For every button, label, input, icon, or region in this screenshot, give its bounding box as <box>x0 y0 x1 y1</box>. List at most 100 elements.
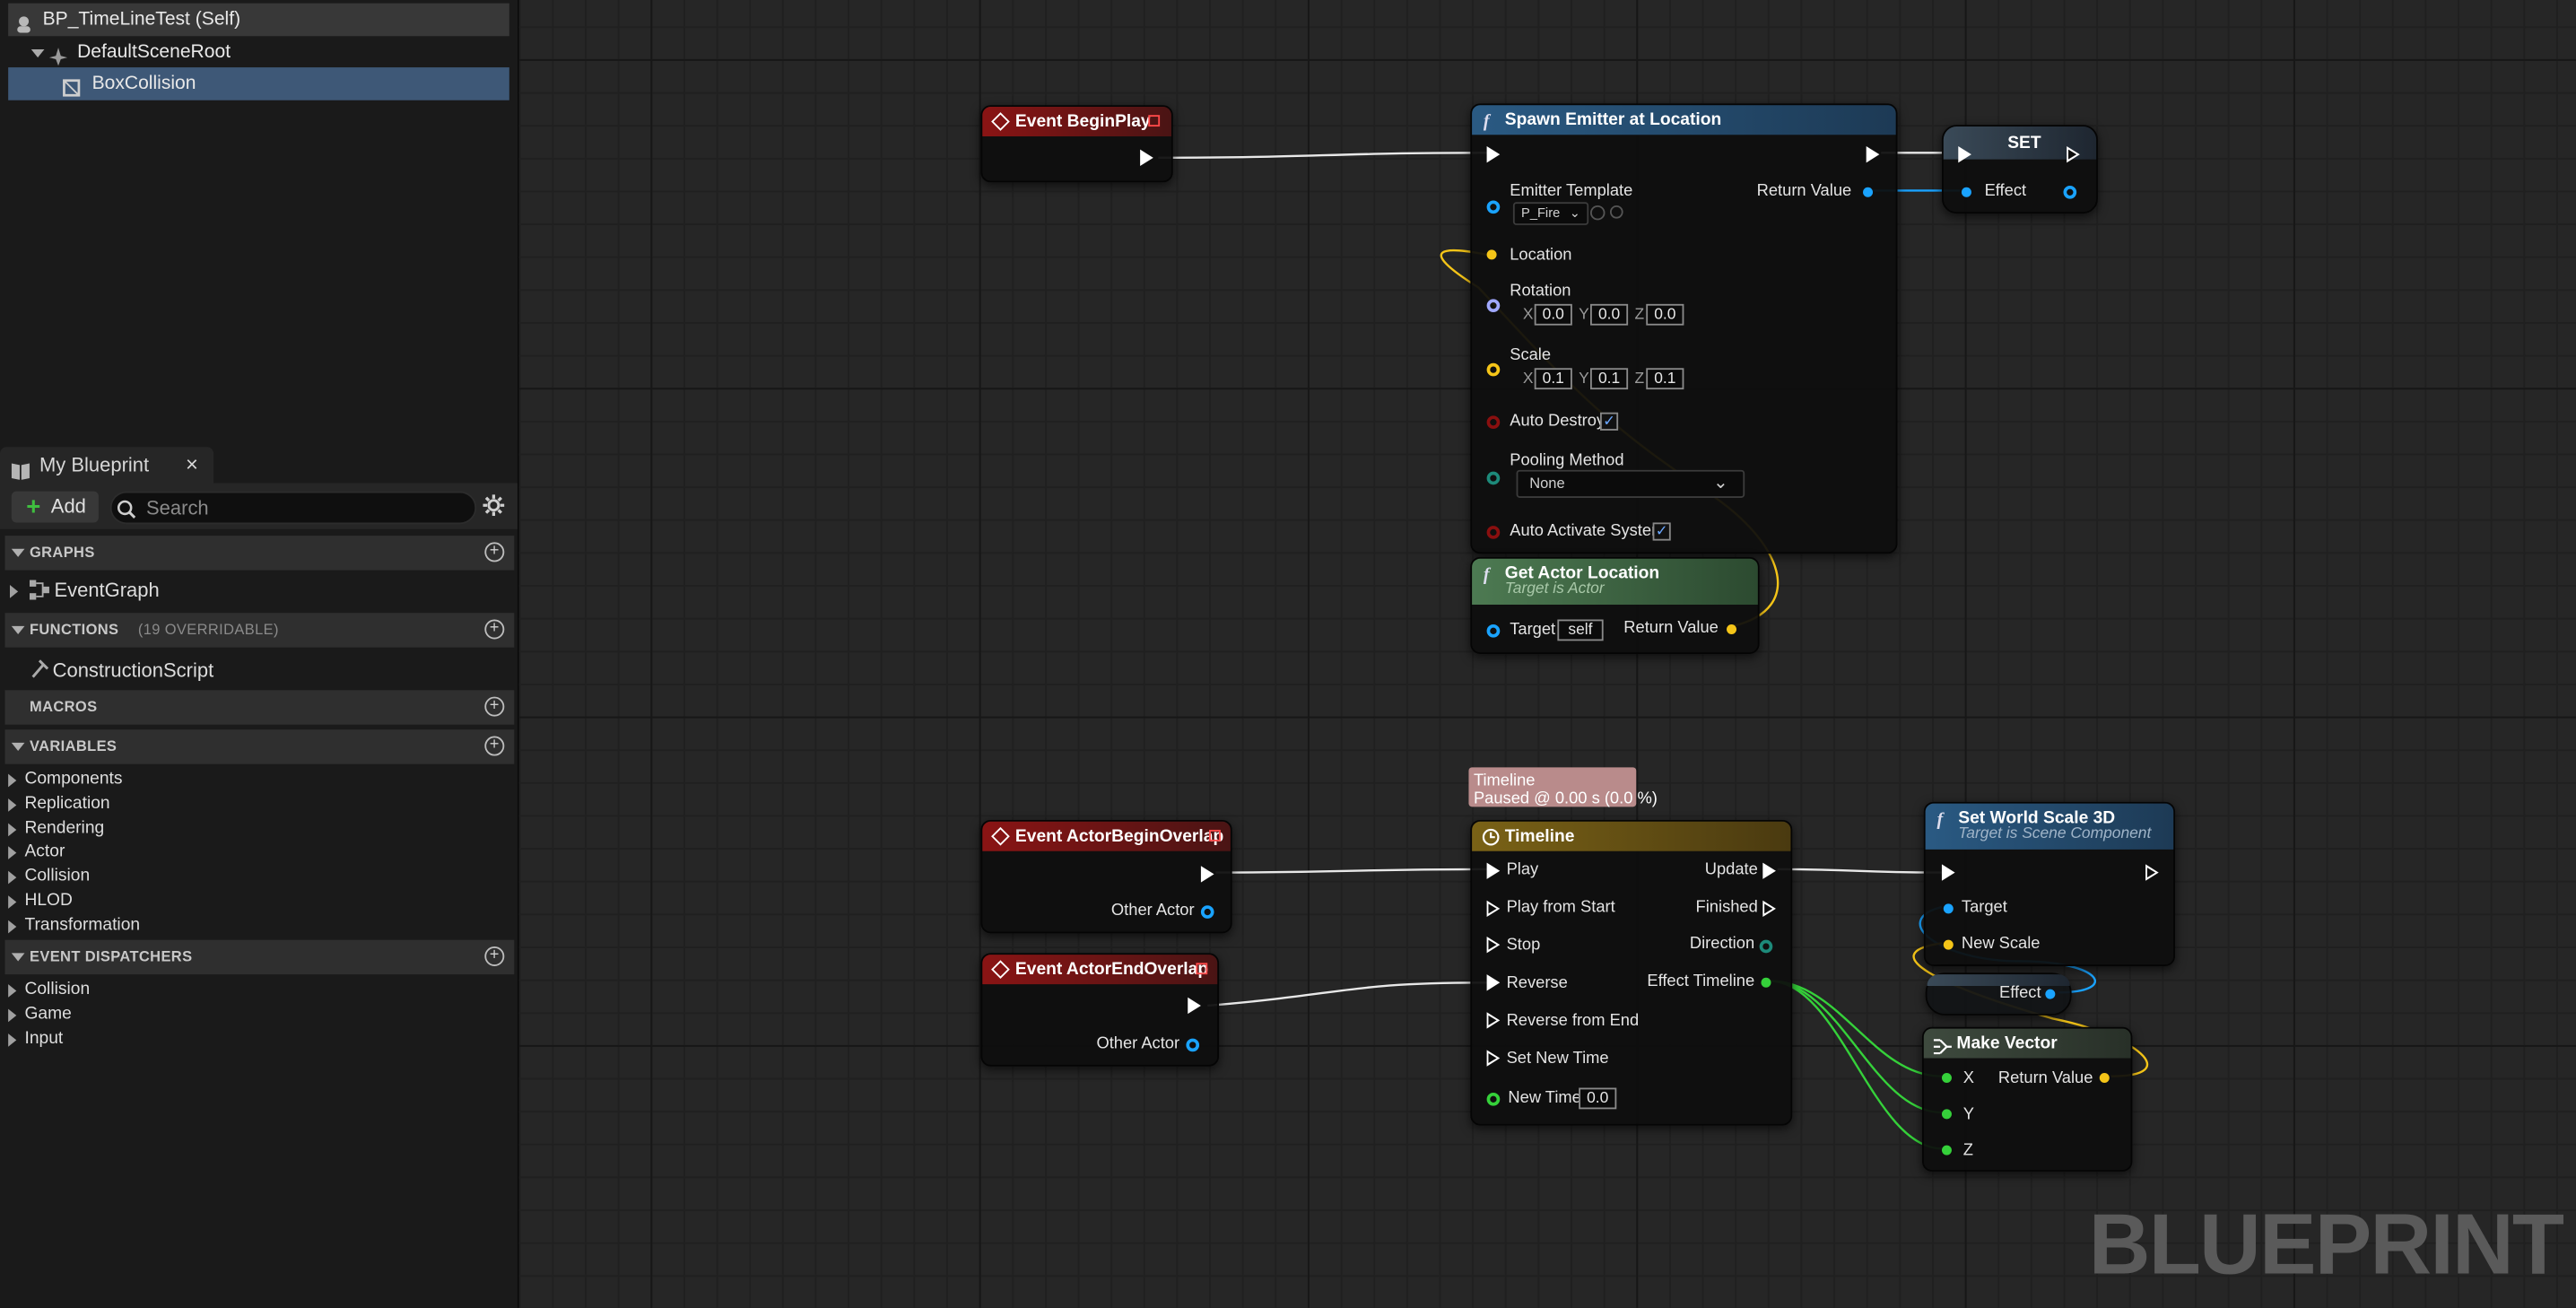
pooling-method-pin[interactable] <box>1486 471 1501 485</box>
event-icon <box>991 960 1010 980</box>
exec-in-pin[interactable] <box>1958 146 1971 163</box>
pooling-method-dropdown[interactable]: None ⌄ <box>1516 469 1745 498</box>
node-event-end-overlap[interactable]: Event ActorEndOverlap Other Actor <box>980 953 1220 1067</box>
emitter-template-dropdown[interactable]: P_Fire ⌄ <box>1512 202 1589 225</box>
node-get-actor-location[interactable]: f Get Actor Location Target is Actor Tar… <box>1470 556 1760 654</box>
exec-out-pin[interactable] <box>2067 146 2080 163</box>
play-pin[interactable] <box>1486 862 1501 879</box>
return-value-pin[interactable] <box>2099 1073 2110 1084</box>
exec-in-pin[interactable] <box>1941 864 1955 881</box>
new-time-pin[interactable] <box>1486 1093 1501 1106</box>
node-timeline[interactable]: Timeline Play Play from Start Stop Rever… <box>1470 819 1793 1126</box>
node-event-beginplay[interactable]: Event BeginPlay <box>980 105 1173 183</box>
rotation-z-input[interactable]: 0.0 <box>1646 303 1684 326</box>
delegate-pin-icon[interactable] <box>1209 829 1221 841</box>
new-time-label: New Time <box>1508 1089 1581 1108</box>
other-actor-label: Other Actor <box>1110 902 1195 920</box>
rotation-pin[interactable] <box>1486 299 1501 313</box>
auto-activate-checkbox[interactable]: ✓ <box>1652 522 1671 541</box>
wire-beginoverlap-play <box>1215 868 1487 874</box>
event-icon <box>991 112 1010 131</box>
target-label: Target <box>1961 898 2007 918</box>
target-self-value[interactable]: self <box>1557 619 1604 641</box>
node-spawn-emitter[interactable]: f Spawn Emitter at Location Emitter Temp… <box>1470 103 1898 554</box>
wire-endoverlap-reverse <box>1207 981 1487 1007</box>
delegate-pin-icon[interactable] <box>1148 115 1161 127</box>
exec-in-pin[interactable] <box>1486 146 1501 163</box>
scale-x-input[interactable]: 0.1 <box>1534 368 1572 390</box>
auto-destroy-pin[interactable] <box>1486 415 1501 430</box>
find-asset-icon[interactable] <box>1609 205 1623 219</box>
node-header: f Set World Scale 3D Target is Scene Com… <box>1925 803 2174 850</box>
new-time-input[interactable]: 0.0 <box>1579 1087 1617 1110</box>
location-pin[interactable] <box>1486 249 1497 260</box>
node-event-begin-overlap[interactable]: Event ActorBeginOverlap Other Actor <box>980 819 1232 934</box>
new-scale-pin[interactable] <box>1943 939 1954 950</box>
play-label: Play <box>1506 860 1539 879</box>
effect-label: Effect <box>1999 984 2041 1003</box>
scale-label: Scale <box>1510 346 1552 365</box>
exec-out-pin[interactable] <box>1188 997 1201 1015</box>
scale-pin[interactable] <box>1486 362 1501 377</box>
emitter-template-pin[interactable] <box>1486 200 1501 214</box>
return-value-pin[interactable] <box>1863 187 1874 197</box>
exec-out-pin[interactable] <box>1140 149 1153 166</box>
x-label: X <box>1962 1069 1974 1088</box>
browse-asset-icon[interactable] <box>1589 205 1606 221</box>
node-make-vector[interactable]: Make Vector X Y Z Return Value <box>1921 1026 2133 1172</box>
direction-pin[interactable] <box>1759 939 1773 954</box>
rotation-x-input[interactable]: 0.0 <box>1534 303 1572 326</box>
node-header: f Spawn Emitter at Location <box>1472 105 1896 135</box>
effect-in-pin[interactable] <box>1961 187 1971 197</box>
set-new-time-pin[interactable] <box>1486 1050 1501 1067</box>
stop-pin[interactable] <box>1486 937 1501 954</box>
node-get-effect[interactable]: Effect <box>1925 972 2072 1016</box>
exec-out-pin[interactable] <box>1866 146 1880 163</box>
reverse-from-end-pin[interactable] <box>1486 1012 1501 1029</box>
auto-destroy-checkbox[interactable]: ✓ <box>1599 412 1619 431</box>
node-subtitle: Target is Actor <box>1504 580 1605 598</box>
node-set-world-scale[interactable]: f Set World Scale 3D Target is Scene Com… <box>1923 801 2176 966</box>
node-header: Event ActorEndOverlap <box>982 955 1218 985</box>
update-pin[interactable] <box>1762 862 1776 879</box>
finished-pin[interactable] <box>1762 900 1776 918</box>
node-header: Make Vector <box>1923 1028 2131 1059</box>
effect-timeline-pin[interactable] <box>1761 977 1771 988</box>
reverse-pin[interactable] <box>1486 974 1501 991</box>
z-pin[interactable] <box>1941 1145 1952 1155</box>
y-pin[interactable] <box>1941 1109 1952 1120</box>
node-header: Event BeginPlay <box>982 107 1171 137</box>
target-pin[interactable] <box>1486 624 1501 638</box>
node-header: Event ActorBeginOverlap <box>982 821 1231 851</box>
exec-out-pin[interactable] <box>2145 864 2159 881</box>
target-label: Target <box>1510 621 1556 640</box>
return-value-pin[interactable] <box>1727 624 1737 634</box>
rotation-y-input[interactable]: 0.0 <box>1589 303 1629 326</box>
reverse-label: Reverse <box>1506 974 1568 993</box>
effect-out-pin[interactable] <box>2045 989 2056 999</box>
scale-y-input[interactable]: 0.1 <box>1589 368 1629 390</box>
other-actor-pin[interactable] <box>1200 905 1214 919</box>
pooling-method-label: Pooling Method <box>1510 451 1624 470</box>
wires-layer <box>1158 152 2148 1150</box>
play-from-start-pin[interactable] <box>1486 900 1501 918</box>
auto-destroy-label: Auto Destroy <box>1510 412 1606 431</box>
other-actor-pin[interactable] <box>1186 1038 1200 1052</box>
effect-label: Effect <box>1984 182 2027 201</box>
rotation-z-label: Z <box>1634 305 1645 324</box>
node-set-effect[interactable]: SET Effect <box>1941 125 2098 214</box>
effect-out-pin[interactable] <box>2063 185 2077 199</box>
scale-z-input[interactable]: 0.1 <box>1646 368 1684 390</box>
exec-out-pin[interactable] <box>1200 866 1214 883</box>
reverse-from-end-label: Reverse from End <box>1506 1012 1640 1031</box>
node-title: Event BeginPlay <box>1014 111 1151 132</box>
node-header: Timeline <box>1472 821 1791 851</box>
auto-activate-pin[interactable] <box>1486 526 1501 539</box>
event-icon <box>991 826 1010 846</box>
node-subtitle: Target is Scene Component <box>1958 824 2152 843</box>
function-icon: f <box>1483 111 1490 132</box>
return-value-label: Return Value <box>1756 182 1852 201</box>
delegate-pin-icon[interactable] <box>1196 963 1208 975</box>
x-pin[interactable] <box>1941 1073 1952 1084</box>
target-pin[interactable] <box>1943 903 1954 914</box>
